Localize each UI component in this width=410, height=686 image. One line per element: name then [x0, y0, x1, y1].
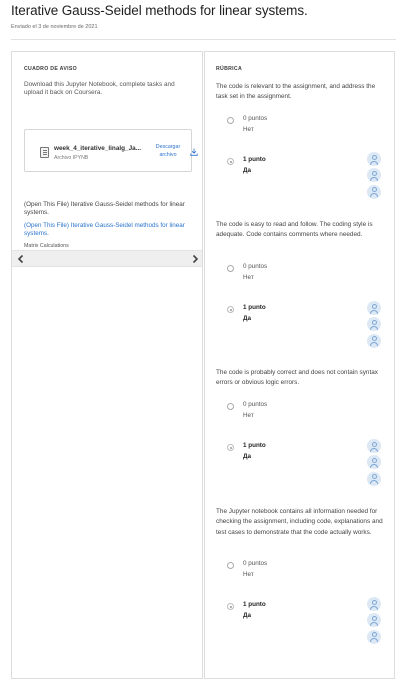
option-points: 0 puntos — [243, 263, 268, 270]
rubric-criterion: The Jupyter notebook contains all inform… — [216, 507, 388, 644]
criterion-text: The code is relevant to the assignment, … — [216, 83, 376, 101]
user-avatar-icon — [367, 301, 381, 315]
rubric-criterion: The code is easy to read and follow. The… — [216, 220, 388, 348]
open-file-text: (Open This File) Iterative Gauss-Seidel … — [24, 201, 185, 217]
file-name[interactable]: week_4_iterative_linalg_Ja... — [54, 145, 146, 152]
user-avatar-icon — [367, 184, 381, 199]
rubric-panel: RÚBRICA The code is relevant to the assi… — [204, 51, 395, 679]
notice-panel: CUADRO DE AVISO Download this Jupyter No… — [11, 51, 203, 679]
download-icon[interactable] — [190, 148, 198, 156]
criterion-text: The code is probably correct and does no… — [216, 369, 378, 387]
user-avatar-icon — [367, 168, 381, 183]
criterion-text: The Jupyter notebook contains all inform… — [216, 508, 383, 536]
file-type: Archivo IPYNB — [54, 155, 89, 161]
matrix-calculations-label: Matrix Calculations — [24, 243, 69, 249]
radio-button[interactable] — [227, 265, 234, 272]
chevron-left-icon[interactable] — [16, 254, 26, 264]
header-divider — [11, 39, 396, 40]
user-avatar-icon — [367, 471, 381, 486]
option-points: 1 punto — [243, 304, 266, 311]
option-points: 1 punto — [243, 156, 266, 163]
document-icon — [40, 147, 49, 158]
radio-button[interactable] — [227, 403, 234, 410]
option-label: Да — [243, 612, 251, 619]
option-label: Нет — [243, 126, 254, 133]
user-avatar-icon — [367, 333, 381, 348]
chevron-right-icon[interactable] — [190, 254, 200, 264]
radio-button-selected[interactable] — [227, 306, 234, 313]
option-label: Нет — [243, 571, 254, 578]
option-points: 1 punto — [243, 601, 266, 608]
notice-section-label: CUADRO DE AVISO — [24, 66, 77, 72]
open-file-link[interactable]: (Open This File) Iterative Gauss-Seidel … — [24, 222, 194, 238]
radio-button-selected[interactable] — [227, 444, 234, 451]
option-points: 0 puntos — [243, 401, 268, 408]
radio-button[interactable] — [227, 117, 234, 124]
grader-avatars — [367, 152, 383, 201]
option-label: Да — [243, 315, 251, 322]
user-avatar-icon — [367, 629, 381, 644]
user-avatar-icon — [367, 613, 381, 628]
viewer-nav-bar — [12, 250, 202, 267]
user-avatar-icon — [367, 317, 381, 332]
user-avatar-icon — [367, 152, 381, 166]
radio-button-selected[interactable] — [227, 603, 234, 610]
submission-date: Enviado el 3 de noviembre de 2021 — [11, 24, 98, 30]
grader-avatars — [367, 439, 383, 488]
grader-avatars — [367, 301, 383, 350]
option-label: Да — [243, 453, 251, 460]
download-link[interactable]: Descargar archivo — [153, 143, 183, 159]
option-label: Нет — [243, 274, 254, 281]
grader-avatars — [367, 597, 383, 646]
rubric-criterion: The code is relevant to the assignment, … — [216, 82, 388, 199]
option-points: 0 puntos — [243, 115, 268, 122]
option-points: 0 puntos — [243, 560, 268, 567]
radio-button[interactable] — [227, 562, 234, 569]
page-title: Iterative Gauss-Seidel methods for linea… — [11, 3, 308, 18]
user-avatar-icon — [367, 597, 381, 611]
user-avatar-icon — [367, 455, 381, 470]
option-points: 1 punto — [243, 442, 266, 449]
rubric-criterion: The code is probably correct and does no… — [216, 368, 388, 486]
criterion-text: The code is easy to read and follow. The… — [216, 221, 373, 239]
option-label: Да — [243, 167, 251, 174]
instructions-text: Download this Jupyter Notebook, complete… — [24, 81, 175, 97]
user-avatar-icon — [367, 439, 381, 453]
rubric-section-label: RÚBRICA — [216, 66, 243, 72]
option-label: Нет — [243, 412, 254, 419]
radio-button-selected[interactable] — [227, 158, 234, 165]
file-attachment-card[interactable]: week_4_iterative_linalg_Ja... Archivo IP… — [24, 129, 198, 172]
